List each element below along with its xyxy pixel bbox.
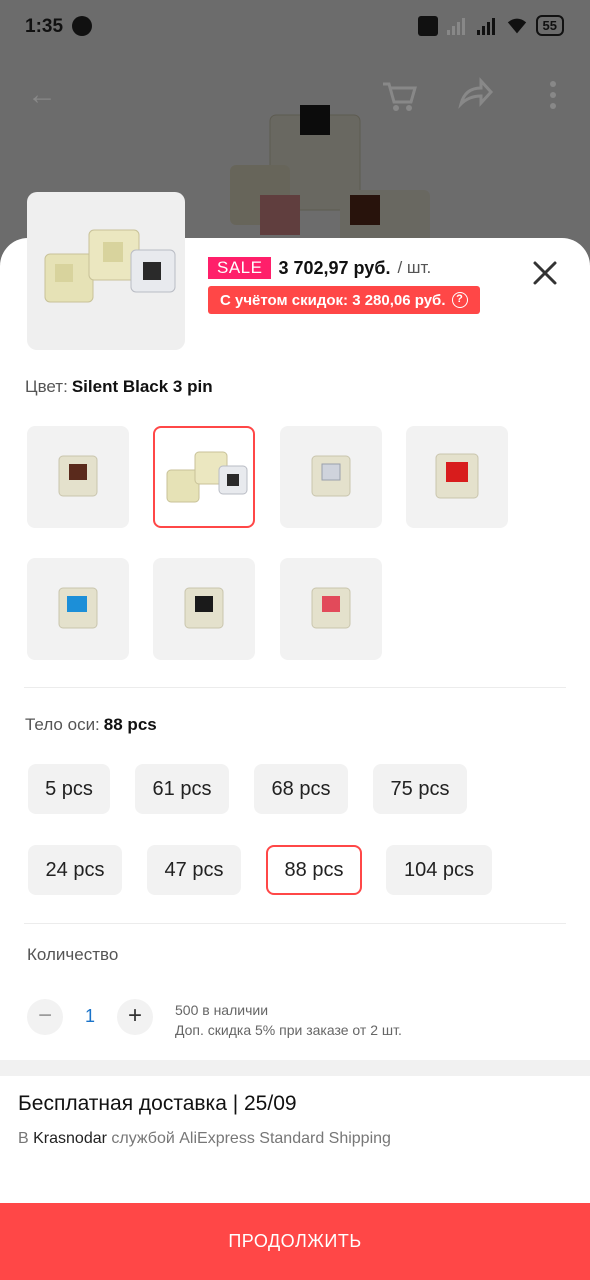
- swatch-image: [166, 451, 248, 503]
- volte-icon: [417, 15, 438, 36]
- swatch-image: [58, 587, 98, 629]
- option-24-pcs[interactable]: 24 pcs: [28, 845, 122, 895]
- delivery-title: Бесплатная доставка | 25/09: [18, 1092, 297, 1115]
- cart-icon[interactable]: [378, 70, 418, 120]
- signal-icon: [476, 17, 495, 35]
- bulk-discount-note: Доп. скидка 5% при заказе от 2 шт.: [175, 1022, 402, 1038]
- option-104-pcs[interactable]: 104 pcs: [386, 845, 492, 895]
- color-label-text: Цвет:: [25, 377, 68, 396]
- wifi-icon: [507, 18, 526, 33]
- price: 3 702,97 руб.: [278, 257, 391, 278]
- price-row: SALE 3 702,97 руб. / шт.: [208, 257, 431, 279]
- selected-product-thumbnail: [27, 192, 185, 350]
- telegram-icon: [72, 16, 92, 36]
- product-top-nav: ←: [0, 70, 590, 120]
- quantity-value[interactable]: 1: [82, 1006, 98, 1027]
- stock-count: 500 в наличии: [175, 1002, 269, 1018]
- status-time: 1:35: [25, 16, 64, 37]
- signal-icon: [446, 17, 465, 35]
- swatch-image: [311, 587, 351, 629]
- help-icon[interactable]: ?: [451, 292, 468, 308]
- option-88-pcs[interactable]: 88 pcs: [266, 845, 362, 895]
- quantity-increase-button[interactable]: +: [117, 999, 153, 1035]
- color-swatch-blue[interactable]: [27, 558, 129, 660]
- swatch-image: [435, 453, 479, 499]
- color-swatch-black[interactable]: [153, 558, 255, 660]
- delivery-details: В Krasnodar службой AliExpress Standard …: [18, 1130, 391, 1148]
- option-75-pcs[interactable]: 75 pcs: [373, 764, 467, 814]
- continue-button[interactable]: ПРОДОЛЖИТЬ: [0, 1203, 590, 1280]
- discounted-price-text: С учётом скидок: 3 280,06 руб.: [220, 291, 446, 309]
- swatch-image: [311, 455, 351, 497]
- option-5-pcs[interactable]: 5 pcs: [28, 764, 110, 814]
- color-swatch-brown[interactable]: [27, 426, 129, 528]
- more-vert-icon[interactable]: [533, 70, 573, 120]
- share-icon[interactable]: [455, 70, 495, 120]
- divider: [24, 687, 566, 688]
- color-swatch-clear[interactable]: [280, 426, 382, 528]
- axis-label-text: Тело оси:: [25, 715, 100, 734]
- color-selected-value: Silent Black 3 pin: [71, 377, 213, 396]
- quantity-label: Количество: [27, 945, 119, 964]
- option-61-pcs[interactable]: 61 pcs: [135, 764, 229, 814]
- option-47-pcs[interactable]: 47 pcs: [147, 845, 241, 895]
- option-68-pcs[interactable]: 68 pcs: [254, 764, 348, 814]
- price-unit: / шт.: [397, 258, 432, 277]
- axis-option-label: Тело оси: 88 pcs: [25, 715, 157, 735]
- swatch-image: [184, 587, 224, 629]
- color-option-label: Цвет: Silent Black 3 pin: [25, 377, 213, 397]
- swatch-image: [58, 455, 98, 497]
- axis-selected-value: 88 pcs: [103, 715, 157, 734]
- delivery-city-link[interactable]: Krasnodar: [33, 1130, 107, 1147]
- battery-icon: 55: [535, 15, 564, 36]
- delivery-prefix: В: [18, 1130, 29, 1147]
- back-arrow-icon[interactable]: ←: [22, 70, 62, 120]
- discounted-price-pill[interactable]: С учётом скидок: 3 280,06 руб. ?: [208, 286, 480, 314]
- color-swatch-silent-black-3-pin[interactable]: [153, 426, 255, 528]
- product-image: [44, 229, 176, 303]
- quantity-decrease-button[interactable]: −: [27, 999, 63, 1035]
- section-separator: [0, 1060, 590, 1076]
- close-icon[interactable]: [528, 256, 562, 290]
- color-swatch-red[interactable]: [406, 426, 508, 528]
- status-bar: 1:35 55: [0, 0, 590, 52]
- sale-badge: SALE: [208, 257, 272, 279]
- delivery-method: службой AliExpress Standard Shipping: [111, 1130, 391, 1147]
- divider: [24, 923, 566, 924]
- color-swatch-pink-red[interactable]: [280, 558, 382, 660]
